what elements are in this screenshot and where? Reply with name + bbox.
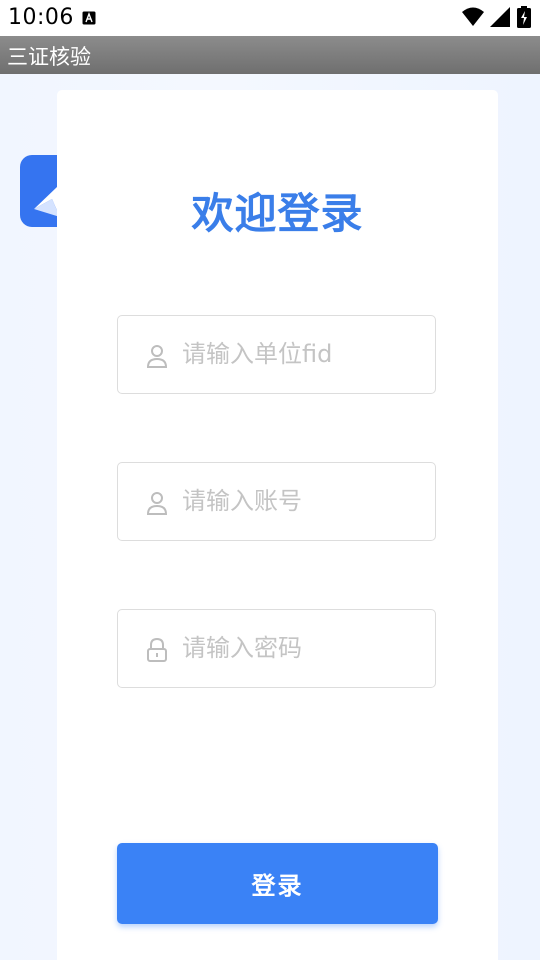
user-icon	[146, 492, 168, 515]
app-title: 三证核验	[7, 45, 91, 69]
status-time: 10:06	[8, 5, 74, 30]
password-input[interactable]	[182, 628, 422, 668]
welcome-title: 欢迎登录	[191, 189, 364, 238]
unit-fid-input[interactable]	[182, 334, 422, 374]
login-card: 欢迎登录 登录	[57, 90, 498, 970]
battery-icon	[517, 6, 531, 28]
status-bar: 10:06	[0, 0, 540, 36]
lock-icon	[147, 638, 167, 662]
signal-icon	[490, 7, 510, 27]
user-icon	[146, 345, 168, 368]
account-input[interactable]	[182, 481, 422, 521]
unit-fid-field[interactable]	[117, 315, 436, 394]
notification-a-icon	[82, 11, 96, 25]
account-field[interactable]	[117, 462, 436, 541]
login-button[interactable]: 登录	[117, 843, 438, 924]
wifi-icon	[462, 7, 484, 26]
title-bar: 三证核验	[0, 36, 540, 74]
password-field[interactable]	[117, 609, 436, 688]
